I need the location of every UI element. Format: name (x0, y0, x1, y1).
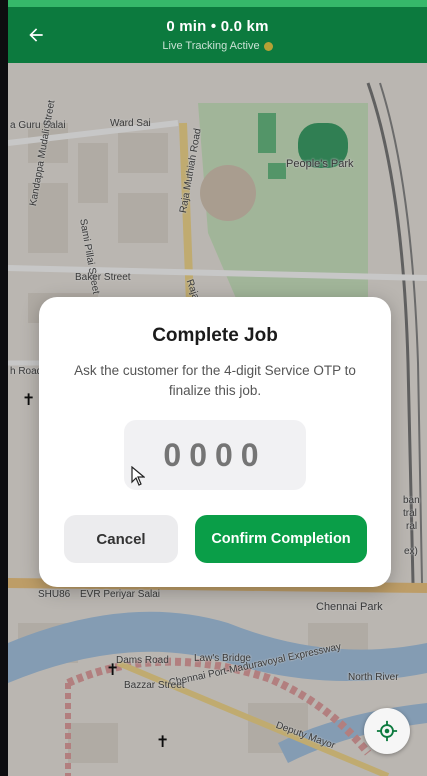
complete-job-dialog: Complete Job Ask the customer for the 4-… (39, 297, 391, 587)
live-indicator-icon (263, 41, 273, 51)
dialog-description: Ask the customer for the 4-digit Service… (74, 363, 356, 398)
cancel-button[interactable]: Cancel (64, 515, 178, 563)
confirm-completion-button[interactable]: Confirm Completion (195, 515, 367, 563)
mouse-cursor-icon (131, 466, 145, 486)
status-bar (8, 0, 427, 7)
tracking-status-label: Live Tracking Active (162, 40, 260, 52)
tracking-header: 0 min • 0.0 km Live Tracking Active (8, 7, 427, 63)
eta-distance: 0 min • 0.0 km (166, 18, 269, 35)
crosshair-icon (376, 720, 398, 742)
app-screen: 0 min • 0.0 km Live Tracking Active a Gu… (8, 0, 427, 776)
otp-input[interactable] (124, 420, 306, 490)
tracking-status: Live Tracking Active (8, 40, 427, 52)
locate-button[interactable] (364, 708, 410, 754)
dialog-title: Complete Job (152, 325, 278, 346)
